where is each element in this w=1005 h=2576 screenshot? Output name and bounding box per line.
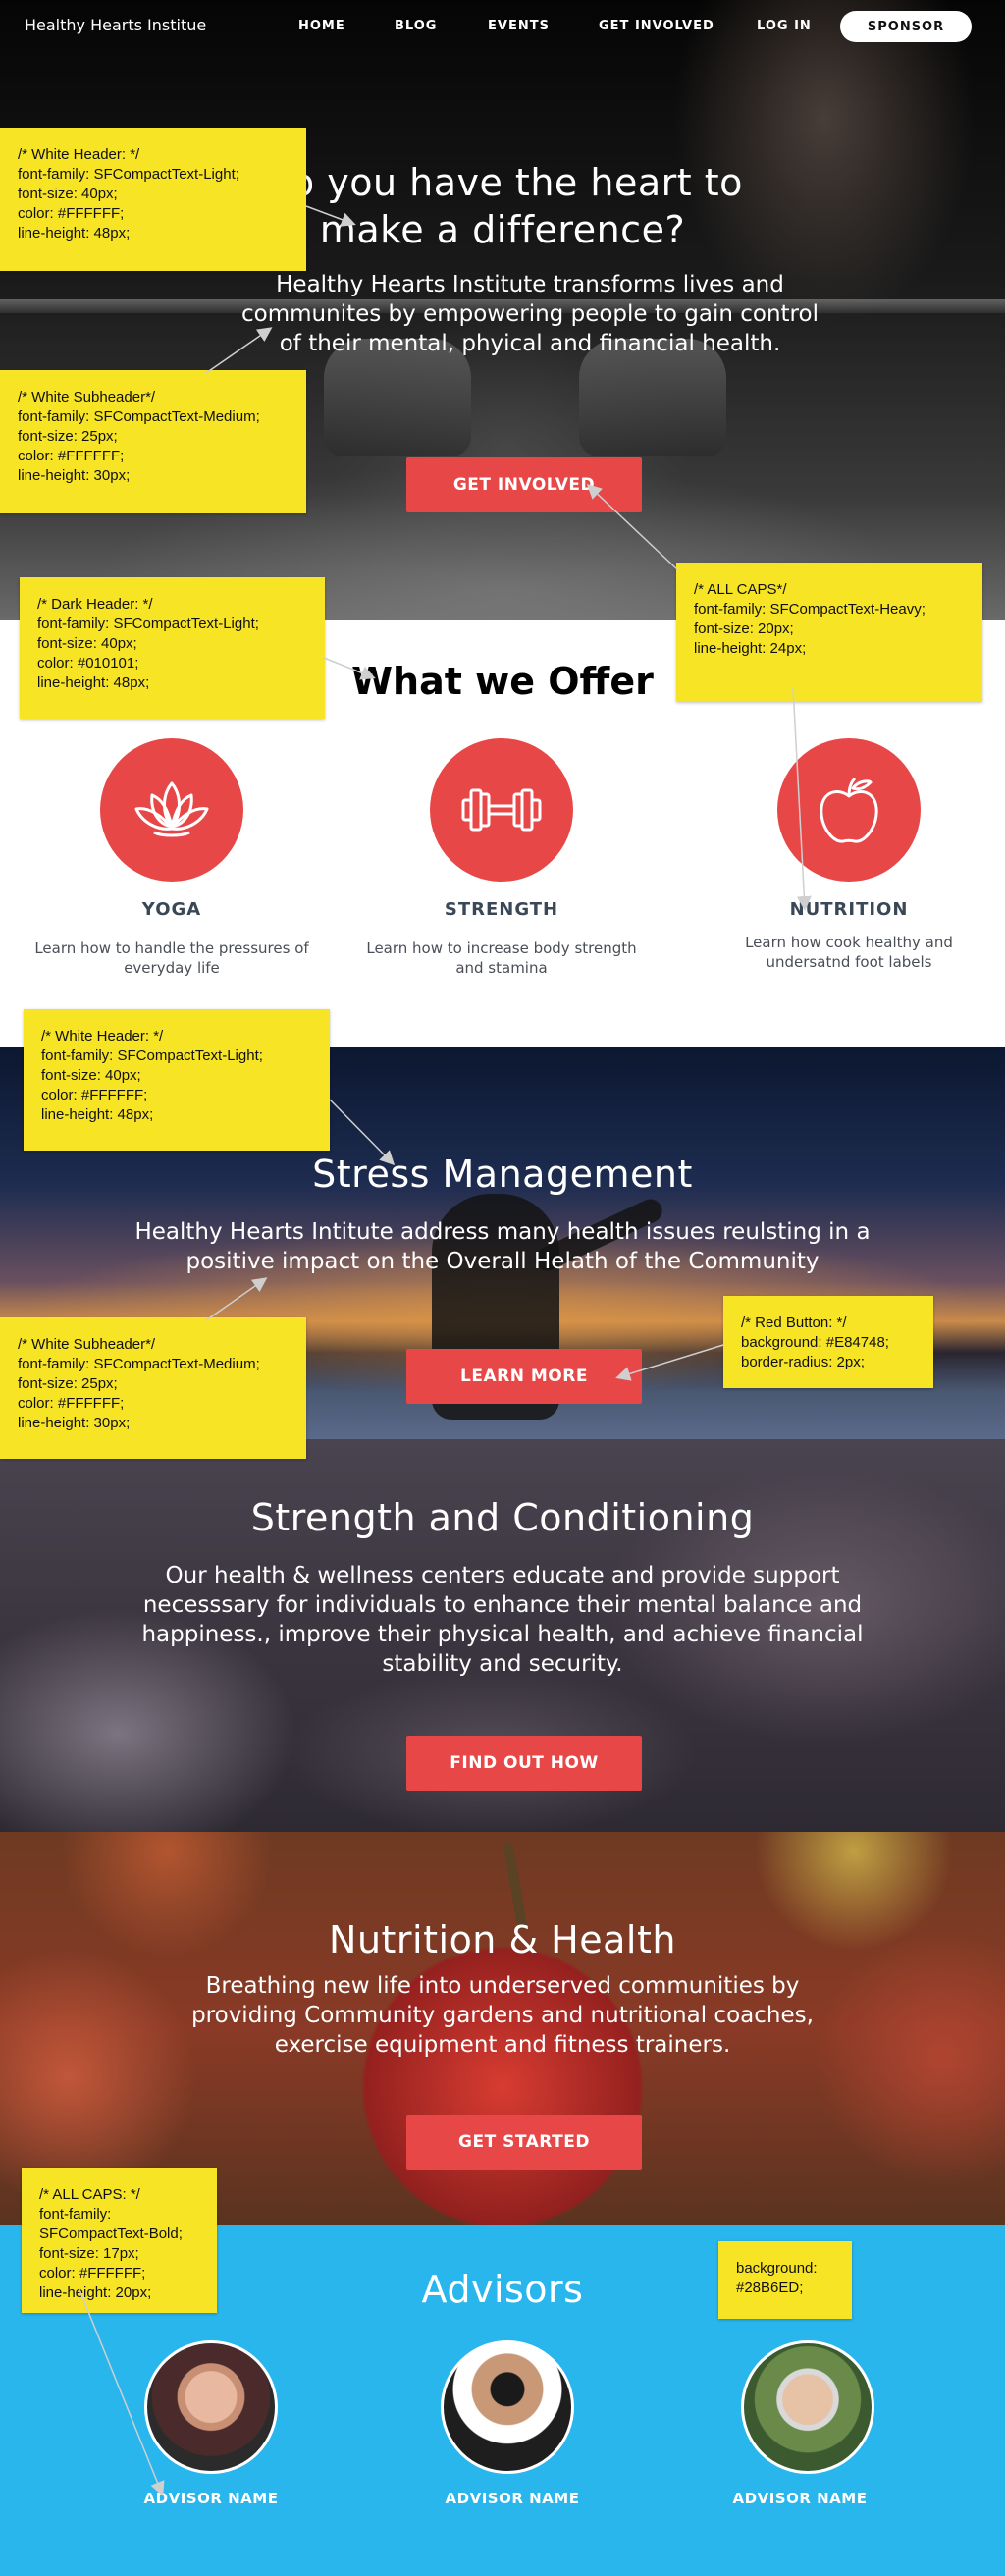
- strength-label: STRENGTH: [444, 899, 559, 920]
- stress-subtitle: Healthy Hearts Intitute address many hea…: [134, 1219, 871, 1274]
- get-involved-button[interactable]: GET INVOLVED: [406, 457, 642, 512]
- note-white-subheader-2: /* White Subheader*/ font-family: SFComp…: [0, 1317, 306, 1459]
- get-started-button[interactable]: GET STARTED: [406, 2115, 642, 2170]
- advisor-photo-3[interactable]: [741, 2340, 874, 2474]
- note-all-caps-heavy: /* ALL CAPS*/ font-family: SFCompactText…: [676, 563, 982, 702]
- strength-subtitle: Our health & wellness centers educate an…: [141, 1563, 864, 1677]
- strength-title: Strength and Conditioning: [250, 1496, 755, 1539]
- advisor-name-3: ADVISOR NAME: [732, 2490, 868, 2507]
- yoga-desc: Learn how to handle the pressures of eve…: [34, 939, 309, 977]
- yoga-label: YOGA: [141, 899, 202, 920]
- brand-logo[interactable]: Healthy Hearts Institue: [25, 16, 206, 34]
- top-nav: Healthy Hearts Institue HOME BLOG EVENTS…: [0, 0, 1005, 55]
- note-advisors-background: background: #28B6ED;: [718, 2241, 852, 2319]
- nutrition-circle: [777, 738, 921, 882]
- nav-home[interactable]: HOME: [298, 19, 345, 33]
- nutrition-desc: Learn how cook healthy and undersatnd fo…: [745, 934, 953, 971]
- strength-section: Strength and Conditioning Our health & w…: [0, 1439, 1005, 1832]
- stress-title: Stress Management: [312, 1153, 693, 1196]
- strength-desc: Learn how to increase body strength and …: [366, 939, 637, 977]
- nutrition-section: Nutrition & Health Breathing new life in…: [0, 1832, 1005, 2225]
- nav-events[interactable]: EVENTS: [488, 19, 550, 33]
- dumbbell-icon: [461, 788, 542, 832]
- note-red-button: /* Red Button: */ background: #E84748; b…: [723, 1296, 933, 1388]
- apple-icon: [820, 777, 878, 843]
- hero-section: Do you have the heart to make a differen…: [0, 0, 1005, 620]
- advisor-name-2: ADVISOR NAME: [445, 2490, 580, 2507]
- yoga-circle: [100, 738, 243, 882]
- advisor-photo-2[interactable]: [441, 2340, 574, 2474]
- find-out-how-button[interactable]: FIND OUT HOW: [406, 1736, 642, 1791]
- sponsor-button[interactable]: SPONSOR: [840, 11, 972, 42]
- note-white-header-2: /* White Header: */ font-family: SFCompa…: [24, 1009, 330, 1151]
- note-white-header: /* White Header: */ font-family: SFCompa…: [0, 128, 306, 271]
- advisor-name-1: ADVISOR NAME: [143, 2490, 279, 2507]
- strength-circle: [430, 738, 573, 882]
- note-all-caps-bold: /* ALL CAPS: */ font-family: SFCompactTe…: [22, 2168, 217, 2313]
- nav-log-in[interactable]: LOG IN: [757, 19, 812, 33]
- nav-blog[interactable]: BLOG: [395, 19, 437, 33]
- nutrition-label: NUTRITION: [789, 899, 909, 920]
- nutrition-subtitle: Breathing new life into underserved comm…: [191, 1973, 814, 2058]
- advisor-photo-1[interactable]: [144, 2340, 278, 2474]
- note-dark-header: /* Dark Header: */ font-family: SFCompac…: [20, 577, 325, 719]
- lotus-icon: [134, 781, 209, 837]
- hero-subtitle: Healthy Hearts Institute transforms live…: [241, 272, 819, 356]
- hero-title: Do you have the heart to make a differen…: [262, 161, 743, 251]
- nutrition-title: Nutrition & Health: [329, 1918, 676, 1961]
- nav-get-involved[interactable]: GET INVOLVED: [599, 19, 714, 33]
- learn-more-button[interactable]: LEARN MORE: [406, 1349, 642, 1404]
- note-white-subheader: /* White Subheader*/ font-family: SFComp…: [0, 370, 306, 513]
